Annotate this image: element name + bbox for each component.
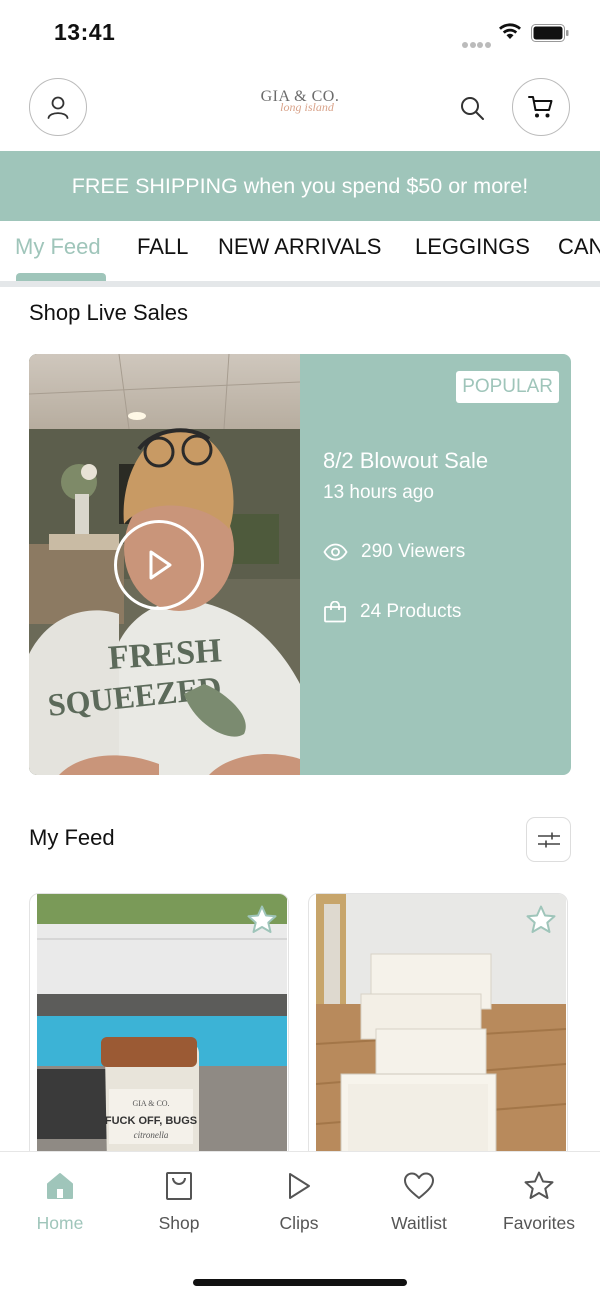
wifi-icon [499,23,521,39]
live-sale-title: 8/2 Blowout Sale [323,448,489,473]
category-tabs: My Feed FALL NEW ARRIVALS LEGGINGS CAN [0,221,600,284]
star-icon [524,1171,554,1199]
search-icon [461,97,484,120]
tab-bar-clips-label: Clips [279,1213,319,1233]
tab-new-arrivals[interactable]: NEW ARRIVALS [218,234,381,260]
live-video-thumbnail[interactable]: FRESH SQUEEZED [29,354,300,775]
promo-banner: FREE SHIPPING when you spend $50 or more… [0,151,600,221]
play-icon [149,550,172,580]
battery-icon [531,24,569,42]
home-indicator[interactable] [193,1279,407,1286]
popular-badge: POPULAR [456,371,559,403]
status-bar: 13:41 [0,0,600,66]
jar-sub: citronella [134,1130,169,1140]
favorite-star-icon[interactable] [246,904,278,936]
shopping-bag-icon [324,601,346,623]
tab-my-feed[interactable]: My Feed [15,234,101,260]
live-sale-info: POPULAR 8/2 Blowout Sale 13 hours ago 29… [300,354,571,775]
eye-icon [323,543,348,561]
my-feed-title: My Feed [29,825,115,850]
tab-bar-home-label: Home [36,1213,84,1233]
sliders-icon [537,832,560,847]
tab-bar-clips[interactable]: Clips [244,1168,354,1234]
tab-bar-favorites-label: Favorites [503,1213,575,1233]
favorite-star-icon[interactable] [525,904,557,936]
shopping-bag-icon [166,1172,192,1200]
active-tab-indicator [16,273,106,281]
viewers-count: 290 Viewers [323,541,465,563]
home-icon [47,1173,73,1199]
tab-bar-waitlist[interactable]: Waitlist [364,1168,474,1234]
tab-bar-favorites[interactable]: Favorites [484,1168,594,1234]
heart-icon [404,1172,434,1199]
tabs-divider [0,281,600,287]
product-card[interactable] [308,893,568,1163]
status-time: 13:41 [54,19,116,45]
tab-bar-home[interactable]: Home [5,1168,115,1234]
jar-brand: GIA & CO. [132,1099,169,1108]
filter-button[interactable] [526,817,571,862]
play-icon [289,1173,310,1199]
tab-can[interactable]: CAN [558,234,600,260]
live-sale-time: 13 hours ago [323,482,434,503]
product-card[interactable]: GIA & CO. FUCK OFF, BUGS citronella [29,893,289,1163]
live-sale-card[interactable]: FRESH SQUEEZED POPULAR 8/2 Blowout Sale … [29,354,571,775]
tab-bar-shop-label: Shop [158,1213,200,1233]
user-icon [47,96,69,119]
account-button[interactable] [29,78,87,136]
play-button[interactable] [114,520,204,610]
tab-bar-shop[interactable]: Shop [124,1168,234,1234]
cart-icon [528,96,553,118]
promo-banner-text: FREE SHIPPING when you spend $50 or more… [71,173,529,198]
products-label: 24 Products [360,601,462,622]
cart-button[interactable] [512,78,570,136]
app-header: GIA & CO. long island [0,66,600,150]
products-count: 24 Products [323,601,461,623]
search-button[interactable] [456,92,488,124]
viewers-label: 290 Viewers [361,541,466,562]
tab-leggings[interactable]: LEGGINGS [415,234,530,260]
jar-label: FUCK OFF, BUGS [105,1115,197,1127]
signal-dots-icon [462,35,492,53]
brand-logo[interactable]: GIA & CO. long island [245,88,355,128]
tab-fall[interactable]: FALL [137,234,188,260]
tab-bar-waitlist-label: Waitlist [391,1213,447,1233]
live-sales-title: Shop Live Sales [29,300,188,325]
bottom-tab-bar: Home Shop Clips Waitlist Favorites [0,1151,600,1299]
